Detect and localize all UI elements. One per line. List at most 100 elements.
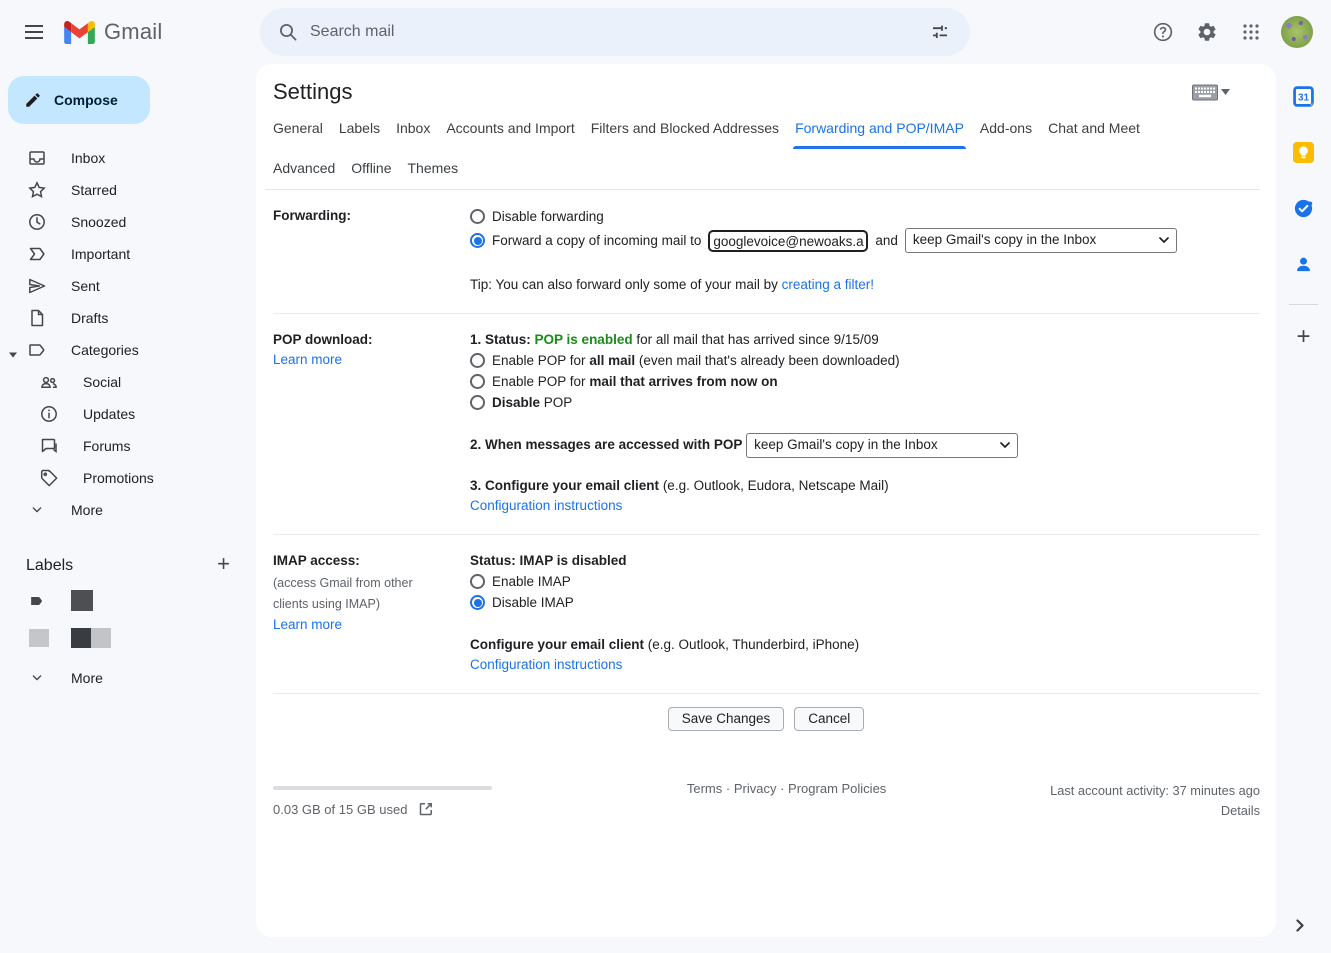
clock-icon: [27, 212, 47, 232]
tab-accounts-and-import[interactable]: Accounts and Import: [438, 109, 582, 149]
calendar-icon[interactable]: 31: [1286, 78, 1322, 114]
page-title: Settings: [273, 79, 353, 105]
redacted-label-text: [91, 628, 111, 648]
info-icon: [39, 404, 59, 424]
tab-offline[interactable]: Offline: [343, 149, 399, 189]
search-icon[interactable]: [268, 12, 308, 52]
gmail-sidebar: Compose Inbox Starred Snoozed Important …: [0, 64, 256, 953]
storage-usage-bar: [273, 786, 492, 790]
forwarding-tip: Tip: You can also forward only some of y…: [470, 275, 1260, 295]
keep-icon[interactable]: [1286, 134, 1322, 170]
imap-disable-radio[interactable]: [470, 595, 485, 610]
pop-all-mail-radio[interactable]: [470, 353, 485, 368]
sidebar-item-updates[interactable]: Updates: [0, 398, 244, 430]
tab-labels[interactable]: Labels: [331, 109, 388, 149]
pop-action-select[interactable]: keep Gmail's copy in the Inbox: [746, 433, 1018, 458]
important-marker-icon: [27, 244, 47, 264]
apps-grid-icon[interactable]: [1229, 10, 1273, 54]
compose-button[interactable]: Compose: [8, 76, 150, 124]
tab-general[interactable]: General: [265, 109, 331, 149]
pencil-icon: [24, 91, 42, 109]
tab-add-ons[interactable]: Add-ons: [972, 109, 1040, 149]
pop-learn-more-link[interactable]: Learn more: [273, 352, 342, 367]
settings-gear-icon[interactable]: [1185, 10, 1229, 54]
forward-copy-radio[interactable]: [470, 233, 485, 248]
chevron-down-icon: [27, 668, 47, 688]
program-policies-link[interactable]: Program Policies: [788, 781, 886, 796]
gmail-logo[interactable]: Gmail: [64, 19, 162, 45]
sidebar-item-forums[interactable]: Forums: [0, 430, 244, 462]
label-item-redacted[interactable]: [0, 582, 256, 619]
sidebar-item-starred[interactable]: Starred: [0, 174, 244, 206]
sidebar-item-more[interactable]: More: [0, 494, 244, 526]
imap-configuration-instructions-link[interactable]: Configuration instructions: [470, 657, 622, 672]
sidebar-item-important[interactable]: Important: [0, 238, 244, 270]
tab-forwarding-and-pop-imap[interactable]: Forwarding and POP/IMAP: [787, 109, 972, 149]
draft-file-icon: [27, 308, 47, 328]
disable-forwarding-radio[interactable]: [470, 209, 485, 224]
pop-disable-radio[interactable]: [470, 395, 485, 410]
pop-status-value: POP is enabled: [535, 332, 633, 347]
cancel-button[interactable]: Cancel: [794, 707, 864, 731]
create-label-plus-icon[interactable]: +: [217, 553, 230, 579]
gmail-topbar: Gmail: [0, 0, 1331, 64]
hamburger-menu-icon[interactable]: [12, 10, 56, 54]
imap-disable-label: Disable IMAP: [492, 593, 574, 613]
terms-link[interactable]: Terms: [687, 781, 722, 796]
redacted-label-text: [71, 628, 91, 648]
send-icon: [27, 276, 47, 296]
labels-header: Labels +: [0, 550, 256, 582]
search-input[interactable]: [308, 22, 920, 42]
tasks-icon[interactable]: [1286, 190, 1322, 226]
offer-tag-icon: [39, 468, 59, 488]
collapse-arrow-icon[interactable]: [9, 346, 17, 362]
get-add-ons-plus-icon[interactable]: +: [1286, 319, 1322, 355]
sidebar-item-inbox[interactable]: Inbox: [0, 142, 244, 174]
forwarding-section: Forwarding: Disable forwarding Forward a…: [273, 190, 1260, 314]
label-item-redacted[interactable]: [0, 619, 256, 656]
compose-label: Compose: [54, 92, 118, 108]
tab-chat-and-meet[interactable]: Chat and Meet: [1040, 109, 1148, 149]
imap-enable-label: Enable IMAP: [492, 572, 571, 592]
privacy-link[interactable]: Privacy: [734, 781, 777, 796]
sidebar-item-promotions[interactable]: Promotions: [0, 462, 244, 494]
label-tag-icon: [27, 340, 47, 360]
tab-advanced[interactable]: Advanced: [265, 149, 343, 189]
search-options-icon[interactable]: [920, 12, 960, 52]
contacts-icon[interactable]: [1286, 246, 1322, 282]
tab-filters-and-blocked-addresses[interactable]: Filters and Blocked Addresses: [583, 109, 787, 149]
sidebar-item-social[interactable]: Social: [0, 366, 244, 398]
chevron-down-icon: [27, 500, 47, 520]
labels-title: Labels: [26, 557, 73, 575]
help-icon[interactable]: [1141, 10, 1185, 54]
tab-themes[interactable]: Themes: [400, 149, 467, 189]
search-bar[interactable]: [260, 8, 970, 56]
details-link[interactable]: Details: [1221, 803, 1260, 818]
pop-configuration-instructions-link[interactable]: Configuration instructions: [470, 498, 622, 513]
creating-a-filter-link[interactable]: creating a filter!: [782, 277, 874, 292]
open-in-new-icon[interactable]: [418, 801, 434, 817]
imap-access-label: IMAP access:: [273, 551, 470, 571]
redacted-label-icon: [29, 629, 49, 647]
sidebar-item-categories[interactable]: Categories: [0, 334, 244, 366]
sidebar-item-snoozed[interactable]: Snoozed: [0, 206, 244, 238]
forum-icon: [39, 436, 59, 456]
account-avatar[interactable]: [1281, 16, 1313, 48]
imap-enable-radio[interactable]: [470, 574, 485, 589]
imap-learn-more-link[interactable]: Learn more: [273, 617, 342, 632]
people-icon: [39, 372, 59, 392]
input-tools-selector[interactable]: [1192, 84, 1230, 101]
side-panel-collapse-chevron-icon[interactable]: [1286, 911, 1314, 939]
sidebar-item-drafts[interactable]: Drafts: [0, 302, 244, 334]
svg-text:31: 31: [1298, 92, 1310, 103]
save-changes-button[interactable]: Save Changes: [668, 707, 785, 731]
redacted-label-text: [71, 590, 93, 611]
forward-action-select[interactable]: keep Gmail's copy in the Inbox: [905, 228, 1177, 253]
sidebar-item-sent[interactable]: Sent: [0, 270, 244, 302]
pop-from-now-radio[interactable]: [470, 374, 485, 389]
side-panel-divider: [1289, 304, 1318, 305]
tab-inbox[interactable]: Inbox: [388, 109, 438, 149]
forward-email-select[interactable]: googlevoice@newoaks.a: [708, 230, 868, 252]
imap-access-section: IMAP access: (access Gmail from other cl…: [273, 535, 1260, 694]
labels-more[interactable]: More: [0, 662, 244, 694]
